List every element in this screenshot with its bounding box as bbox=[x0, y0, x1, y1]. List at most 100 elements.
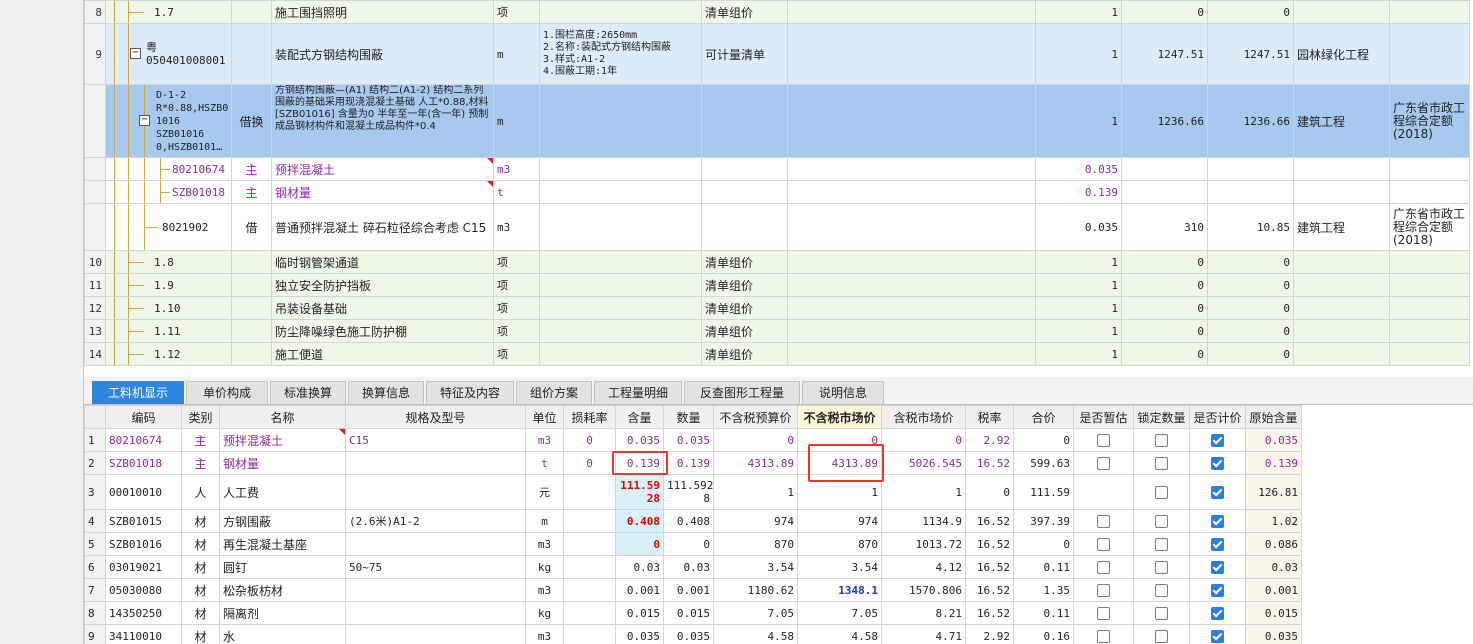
code-cell[interactable]: 80210674 bbox=[105, 428, 182, 452]
content-cell[interactable]: 0.015 bbox=[615, 601, 664, 625]
cat-cell[interactable]: 材 bbox=[181, 509, 220, 533]
qty-cell[interactable]: 111.592 8 bbox=[663, 474, 714, 510]
bill-row[interactable]: 80210674 主预拌混凝土 m3 0.035 bbox=[84, 157, 1470, 181]
priced-checkbox[interactable] bbox=[1211, 434, 1224, 447]
lock-quantity-checkbox[interactable] bbox=[1155, 584, 1168, 597]
total-cell[interactable]: 111.59 bbox=[1013, 474, 1074, 510]
tax-cell[interactable]: 16.52 bbox=[965, 555, 1014, 579]
spec-cell[interactable] bbox=[345, 624, 526, 644]
code-cell[interactable]: 8021902 bbox=[105, 203, 232, 251]
market-cell[interactable]: 870 bbox=[797, 532, 882, 556]
lock-quantity-checkbox[interactable] bbox=[1155, 434, 1168, 447]
unit-cell[interactable]: m bbox=[525, 509, 564, 533]
lock-quantity-checkbox[interactable] bbox=[1155, 486, 1168, 499]
qty-cell[interactable]: 0.001 bbox=[663, 578, 714, 602]
qty-cell[interactable]: 0.015 bbox=[663, 601, 714, 625]
column-header-16[interactable]: 原始含量 bbox=[1245, 405, 1302, 429]
name-cell[interactable]: 人工费 bbox=[219, 474, 346, 510]
loss-cell[interactable] bbox=[563, 474, 616, 510]
code-cell[interactable]: 1.7 bbox=[105, 0, 232, 24]
cat-cell[interactable]: 主 bbox=[181, 428, 220, 452]
unit-cell[interactable]: kg bbox=[525, 555, 564, 579]
column-header-5[interactable]: 损耗率 bbox=[563, 405, 616, 429]
column-header-13[interactable]: 是否暂估 bbox=[1073, 405, 1134, 429]
name-cell[interactable]: 再生混凝土基座 bbox=[219, 532, 346, 556]
content-cell[interactable]: 0.035 bbox=[615, 624, 664, 644]
unit-cell[interactable]: t bbox=[525, 451, 564, 475]
loss-cell[interactable] bbox=[563, 532, 616, 556]
total-cell[interactable]: 0 bbox=[1013, 428, 1074, 452]
loss-cell[interactable] bbox=[563, 555, 616, 579]
column-header-3[interactable]: 规格及型号 bbox=[345, 405, 526, 429]
lock-quantity-checkbox[interactable] bbox=[1155, 457, 1168, 470]
market-cell[interactable]: 4.58 bbox=[797, 624, 882, 644]
content-cell[interactable]: 0.035 bbox=[615, 428, 664, 452]
unit-cell[interactable]: kg bbox=[525, 601, 564, 625]
content-cell[interactable]: 0 bbox=[615, 532, 664, 556]
code-cell[interactable]: 14350250 bbox=[105, 601, 182, 625]
market-cell[interactable]: 7.05 bbox=[797, 601, 882, 625]
content-cell[interactable]: 0.408 bbox=[615, 509, 664, 533]
spec-cell[interactable]: 50~75 bbox=[345, 555, 526, 579]
collapse-toggle-icon[interactable]: − bbox=[139, 115, 150, 126]
unit-cell[interactable]: m3 bbox=[525, 428, 564, 452]
tab-2[interactable]: 标准换算 bbox=[270, 381, 346, 404]
tab-3[interactable]: 换算信息 bbox=[348, 381, 424, 404]
material-grid[interactable]: 编码 类别 名称 规格及型号 单位 损耗率 含量 数量 不含税预算价 不含税市场价 含税市场价 税率合… bbox=[84, 405, 1473, 644]
tax-cell[interactable]: 16.52 bbox=[965, 451, 1014, 475]
provisional-checkbox[interactable] bbox=[1097, 434, 1110, 447]
cat-cell[interactable]: 材 bbox=[181, 578, 220, 602]
column-header-8[interactable]: 不含税预算价 bbox=[713, 405, 798, 429]
lock-quantity-checkbox[interactable] bbox=[1155, 515, 1168, 528]
tab-4[interactable]: 特征及内容 bbox=[426, 381, 514, 404]
code-cell[interactable]: 03019021 bbox=[105, 555, 182, 579]
spec-cell[interactable] bbox=[345, 578, 526, 602]
material-row[interactable]: 2 SZB01018 主钢材量 t 0 0.139 0.139 4313.89 4313.89 5… bbox=[84, 451, 1302, 475]
priced-checkbox[interactable] bbox=[1211, 515, 1224, 528]
bill-row[interactable]: 14 1.12 施工便道项清单组价 1 0 0 bbox=[84, 342, 1470, 366]
code-cell[interactable]: SZB01015 bbox=[105, 509, 182, 533]
total-cell[interactable]: 0.11 bbox=[1013, 601, 1074, 625]
taxmarket-cell[interactable]: 1013.72 bbox=[881, 532, 966, 556]
provisional-checkbox[interactable] bbox=[1097, 515, 1110, 528]
code-cell[interactable]: 00010010 bbox=[105, 474, 182, 510]
code-cell[interactable]: − 粤 050401008001 bbox=[105, 23, 232, 85]
lock-quantity-checkbox[interactable] bbox=[1155, 561, 1168, 574]
tax-cell[interactable]: 16.52 bbox=[965, 532, 1014, 556]
column-header-11[interactable]: 税率 bbox=[965, 405, 1014, 429]
spec-cell[interactable] bbox=[345, 601, 526, 625]
priced-checkbox[interactable] bbox=[1211, 486, 1224, 499]
market-cell[interactable]: 974 bbox=[797, 509, 882, 533]
qty-cell[interactable]: 0.139 bbox=[663, 451, 714, 475]
tab-1[interactable]: 单价构成 bbox=[186, 381, 268, 404]
material-row[interactable]: 1 80210674 主预拌混凝土 C15 m3 0 0.035 0.035 0 0 0 2.92 0 0… bbox=[84, 428, 1302, 452]
loss-cell[interactable]: 0 bbox=[563, 428, 616, 452]
tax-cell[interactable]: 2.92 bbox=[965, 624, 1014, 644]
column-header-10[interactable]: 含税市场价 bbox=[881, 405, 966, 429]
lock-quantity-checkbox[interactable] bbox=[1155, 630, 1168, 643]
budget-cell[interactable]: 3.54 bbox=[713, 555, 798, 579]
total-cell[interactable]: 1.35 bbox=[1013, 578, 1074, 602]
priced-checkbox[interactable] bbox=[1211, 538, 1224, 551]
unit-cell[interactable]: m3 bbox=[525, 578, 564, 602]
total-cell[interactable]: 0 bbox=[1013, 532, 1074, 556]
provisional-checkbox[interactable] bbox=[1097, 584, 1110, 597]
spec-cell[interactable] bbox=[345, 474, 526, 510]
spec-cell[interactable]: (2.6米)A1-2 bbox=[345, 509, 526, 533]
qty-cell[interactable]: 0 bbox=[663, 532, 714, 556]
qty-cell[interactable]: 0.035 bbox=[663, 428, 714, 452]
tax-cell[interactable]: 16.52 bbox=[965, 578, 1014, 602]
name-cell[interactable]: 钢材量 bbox=[219, 451, 346, 475]
taxmarket-cell[interactable]: 5026.545 bbox=[881, 451, 966, 475]
bill-row[interactable]: 10 1.8 临时钢管架通道项清单组价 1 0 0 bbox=[84, 250, 1470, 274]
tab-8[interactable]: 说明信息 bbox=[802, 381, 884, 404]
cat-cell[interactable]: 材 bbox=[181, 555, 220, 579]
provisional-checkbox[interactable] bbox=[1097, 607, 1110, 620]
code-cell[interactable]: 1.9 bbox=[105, 273, 232, 297]
code-cell[interactable]: 1.10 bbox=[105, 296, 232, 320]
tab-6[interactable]: 工程量明细 bbox=[594, 381, 682, 404]
column-header-9[interactable]: 不含税市场价 bbox=[797, 405, 882, 429]
qty-cell[interactable]: 0.03 bbox=[663, 555, 714, 579]
tab-7[interactable]: 反查图形工程量 bbox=[684, 381, 800, 404]
total-cell[interactable]: 397.39 bbox=[1013, 509, 1074, 533]
